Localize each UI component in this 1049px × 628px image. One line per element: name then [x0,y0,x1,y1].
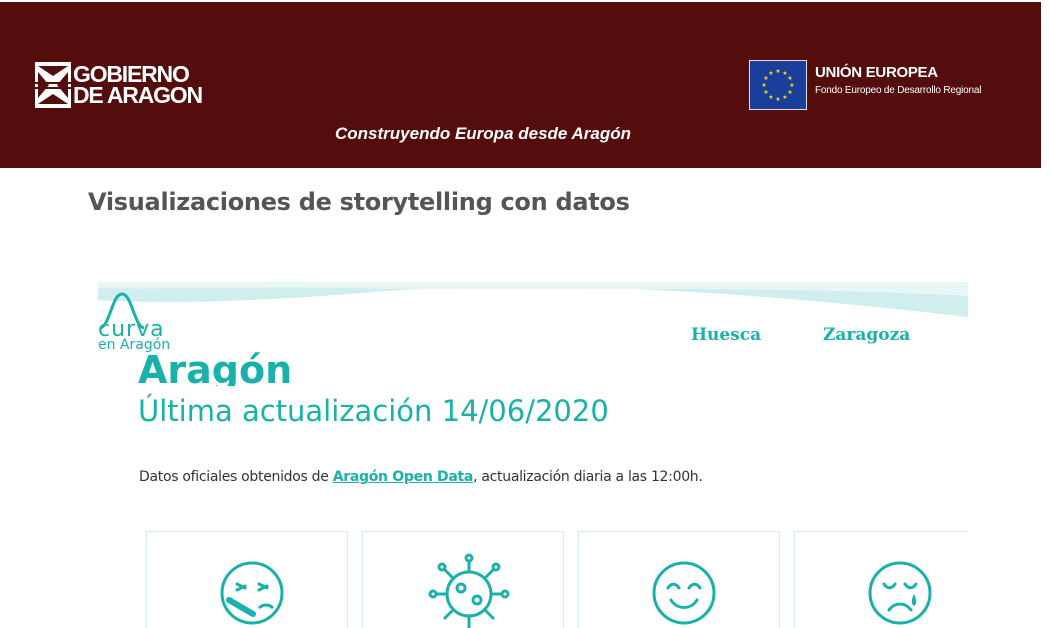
sick-face-icon [220,561,284,625]
svg-text:★: ★ [775,96,780,103]
eu-subtitle: Fondo Europeo de Desarrollo Regional [815,85,982,96]
gov-logo-line2: DE ARAGON [73,82,203,108]
aragon-open-data-link[interactable]: Aragón Open Data [333,469,474,485]
svg-text:★: ★ [789,82,794,89]
page-title: Visualizaciones de storytelling con dato… [88,188,630,216]
eu-flag-icon: ★ ★★ ★★★ ★★★ ★★★ [749,60,807,110]
svg-text:★: ★ [761,82,766,89]
svg-text:★: ★ [787,75,792,82]
nav-link-zaragoza[interactable]: Zaragoza [823,325,910,345]
stat-card-sick[interactable] [146,531,348,628]
stat-card-deceased[interactable] [794,531,968,628]
last-updated: Última actualización 14/06/2020 [138,394,609,428]
svg-text:★: ★ [787,89,792,96]
embedded-visualization[interactable]: curva en Aragón Huesca Zaragoza Aragón Ú… [98,282,968,628]
union-europea-logo[interactable]: ★ ★ ★ ★ ★ ★ ★ ★ ★ ★ ★ ★ UNIÓN EUROPEA Fondo Euro… [749,60,981,110]
motto: Construyendo Europa desde Aragón [335,124,631,143]
region-title: Aragón [138,348,293,386]
svg-text:★: ★ [763,89,768,96]
svg-text:★: ★ [775,68,780,75]
stat-card-virus[interactable] [362,531,564,628]
svg-text:★: ★ [768,94,773,101]
source-suffix: , actualización diaria a las 12:00h. [473,469,703,485]
data-source-text: Datos oficiales obtenidos de Aragón Open… [139,469,703,485]
eu-title: UNIÓN EUROPEA [815,64,938,81]
gobierno-aragon-logo[interactable]: GOBIERNO DE ARAGON [35,62,203,108]
header-banner: GOBIERNO DE ARAGON ★ ★ ★ ★ ★ ★ ★ ★ ★ ★ ★ ★ UNIÓN… [0,2,1041,168]
header-wave-decoration [98,282,968,317]
svg-text:★: ★ [768,70,773,77]
smiling-face-icon [652,561,716,625]
aragon-emblem-icon [35,62,71,108]
source-prefix: Datos oficiales obtenidos de [139,469,333,485]
crying-face-icon [868,561,932,625]
stat-card-recovered[interactable] [578,531,780,628]
svg-text:★: ★ [782,94,787,101]
nav-link-huesca[interactable]: Huesca [691,325,761,345]
virus-icon [428,553,510,628]
